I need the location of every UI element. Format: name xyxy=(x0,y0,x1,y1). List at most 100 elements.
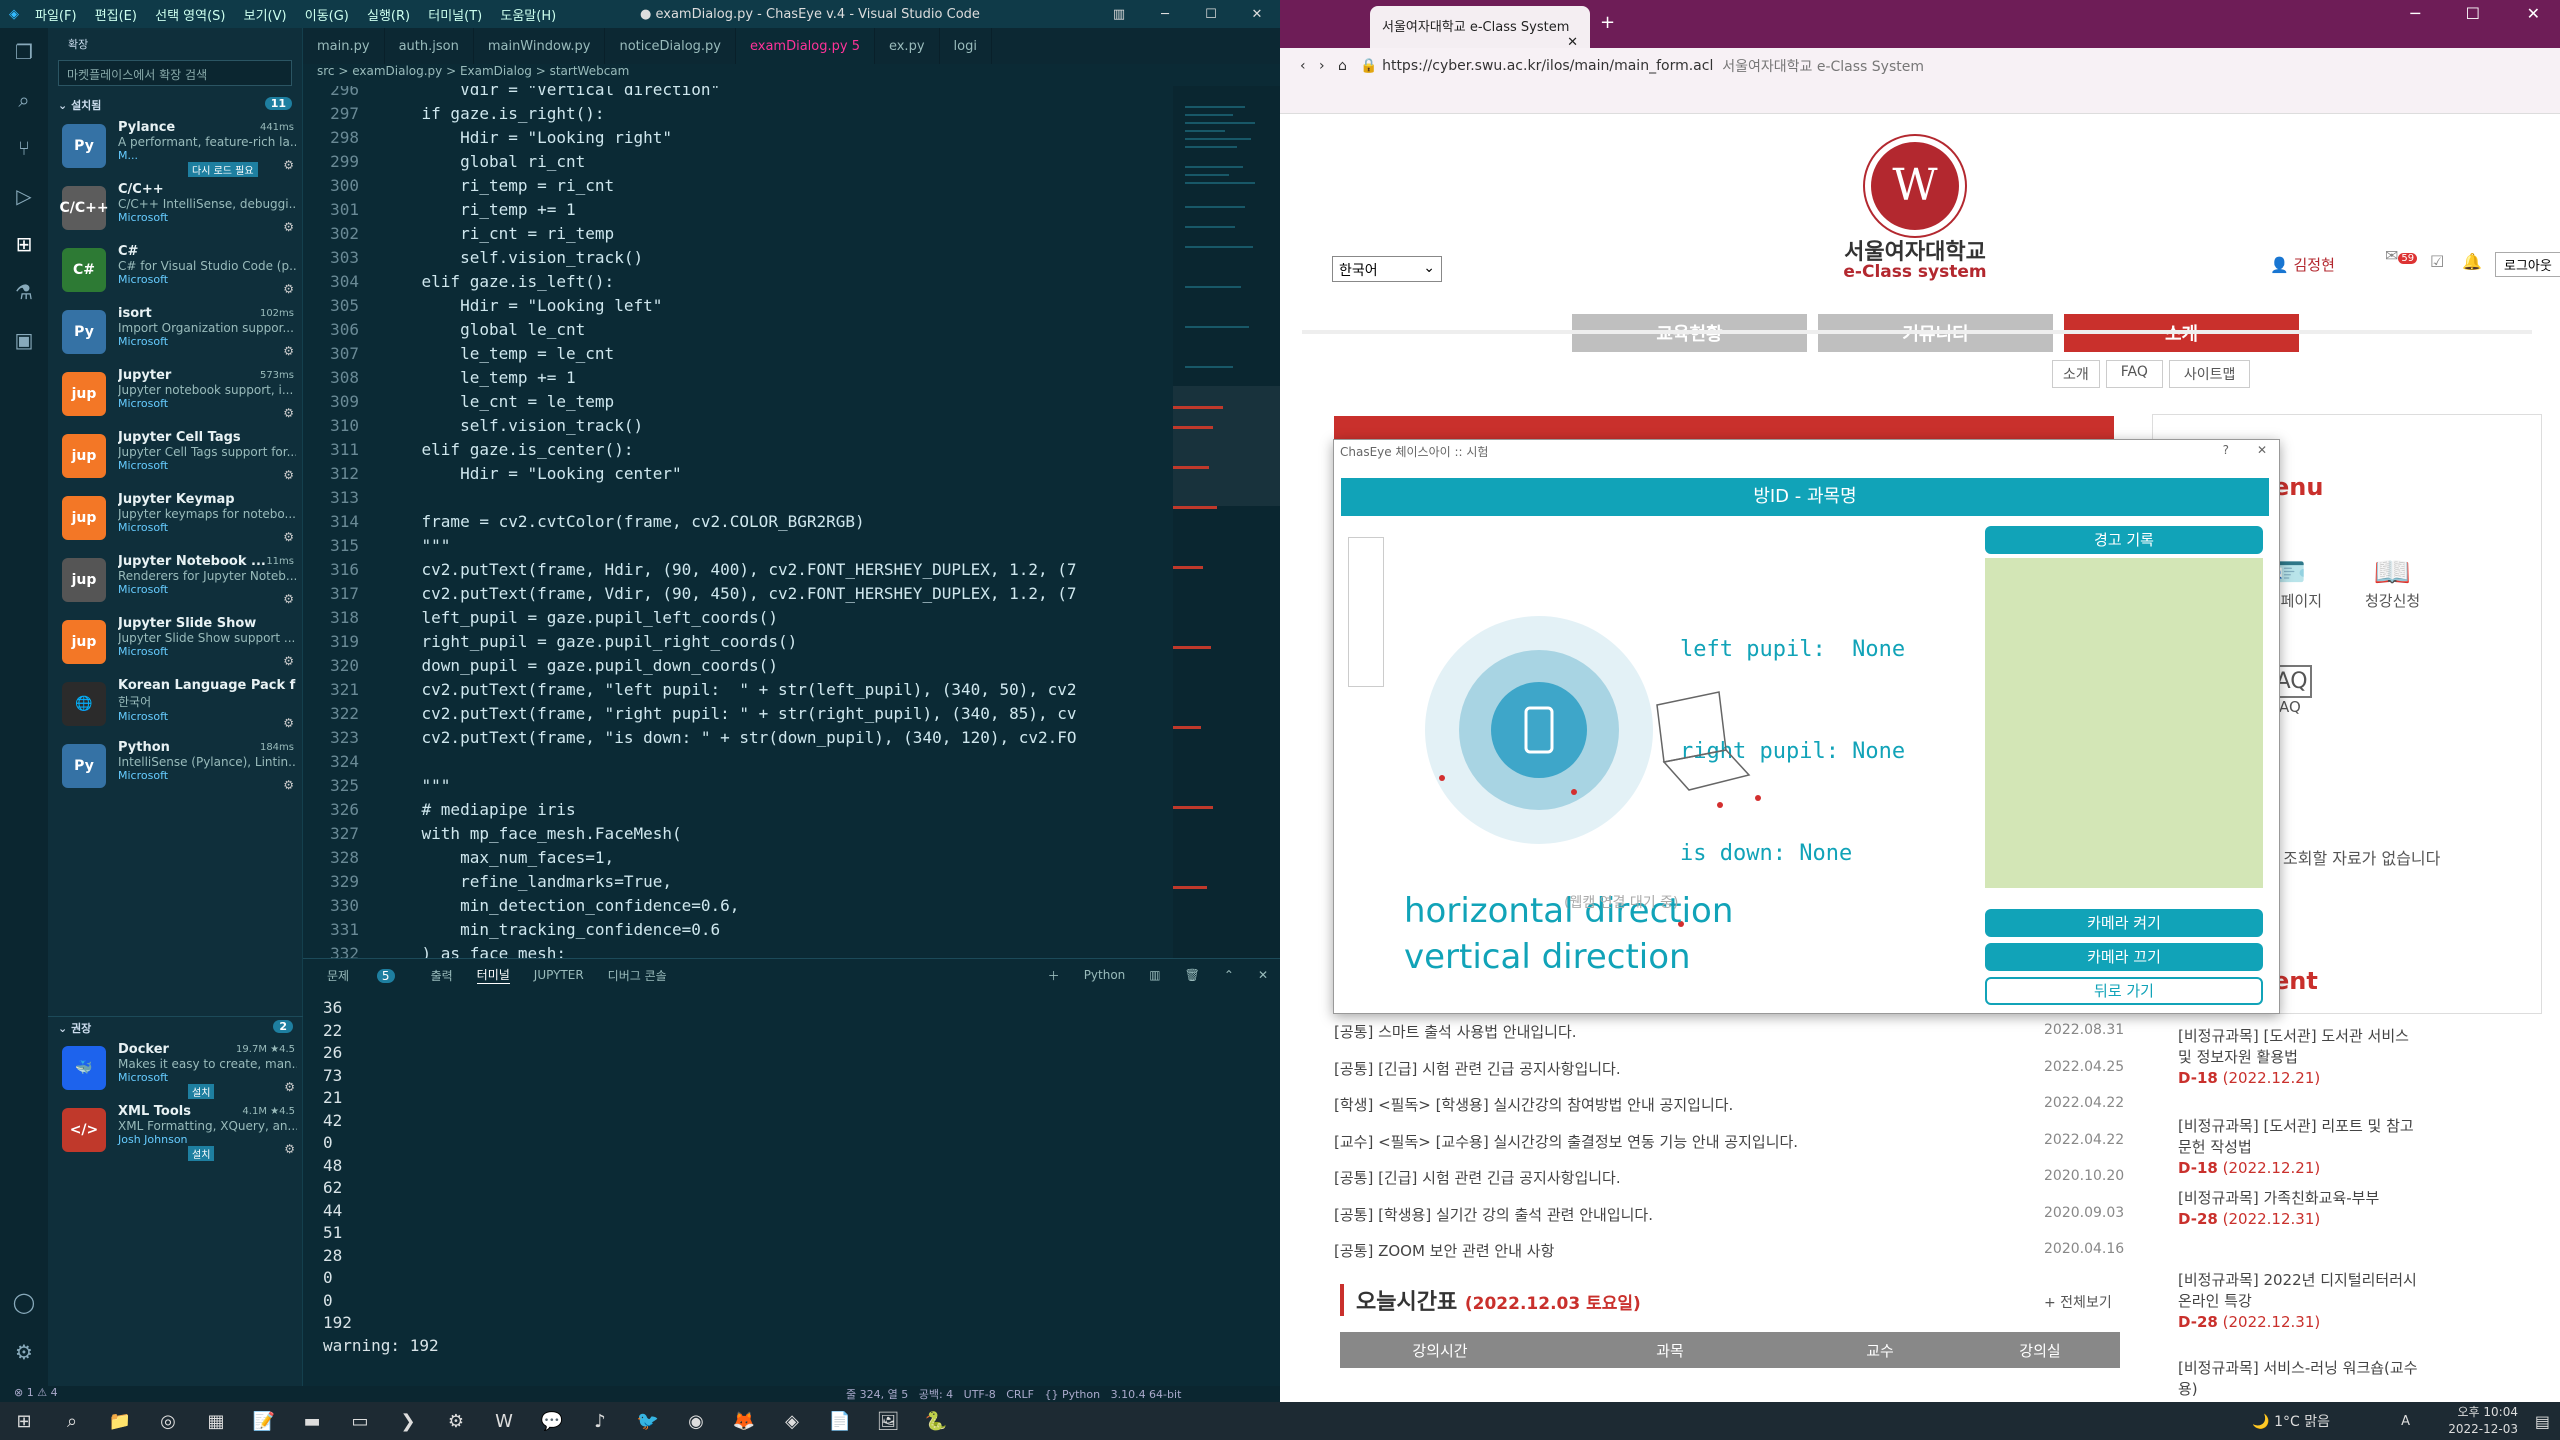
extension-item[interactable]: jup Jupyter Keymap Jupyter keymaps for not… xyxy=(48,488,302,550)
new-tab-icon[interactable]: + xyxy=(1600,12,1615,33)
extension-badge[interactable]: 설치 xyxy=(188,1084,215,1099)
status-problems[interactable]: ⊗ 1 ⚠ 4 xyxy=(14,1386,58,1399)
checklist-icon[interactable]: ☑ xyxy=(2430,252,2444,271)
chrome-icon[interactable]: ◉ xyxy=(672,1402,720,1440)
audit-link[interactable]: 📖 청강신청 xyxy=(2365,555,2420,611)
language-select[interactable]: 한국어 ⌄ xyxy=(1332,256,1442,282)
back-icon[interactable]: ‹ xyxy=(1300,58,1306,74)
weather-widget[interactable]: 🌙 1°C 맑음 xyxy=(2252,1411,2330,1431)
python-icon[interactable]: 🐍 xyxy=(912,1402,960,1440)
word-icon[interactable]: W xyxy=(480,1402,528,1440)
help-button[interactable]: ? xyxy=(2223,443,2229,457)
search-icon[interactable]: ⌕ xyxy=(0,76,48,124)
editor-tab[interactable]: examDialog.py 5 xyxy=(735,28,875,64)
gear-icon[interactable]: ⚙ xyxy=(283,406,294,420)
status-right[interactable]: 줄 324, 열 5 공백: 4 UTF-8 CRLF {} Python 3.… xyxy=(846,1386,1181,1402)
extension-item[interactable]: </> XML Tools XML Formatting, XQuery, an..… xyxy=(48,1100,303,1162)
extension-item[interactable]: jup Jupyter Notebook ... Renderers for Jup… xyxy=(48,550,302,612)
editor-tab[interactable]: ex.py xyxy=(875,28,940,64)
menu-terminal[interactable]: 터미널(T) xyxy=(428,9,482,24)
notepad-icon[interactable]: 📝 xyxy=(240,1402,288,1440)
notice-item[interactable]: [공통] 스마트 출석 사용법 안내입니다. xyxy=(1334,1021,1577,1042)
warning-log-button[interactable]: 경고 기록 xyxy=(1985,526,2263,554)
dialog-close-button[interactable]: ✕ xyxy=(2257,443,2267,457)
extension-badge[interactable]: 설치 xyxy=(188,1146,215,1161)
close-button[interactable]: ✕ xyxy=(2527,4,2540,23)
course-notice-item[interactable]: [비정규과목] 서비스-러닝 워크숍(교수용)D-30 (2022.12.31) xyxy=(2178,1358,2418,1402)
menu-edit[interactable]: 편집(E) xyxy=(95,9,137,24)
file-explorer-icon[interactable]: 📁 xyxy=(96,1402,144,1440)
music-icon[interactable]: ♪ xyxy=(576,1402,624,1440)
url-input[interactable]: https://cyber.swu.ac.kr/ilos/main/main_f… xyxy=(1382,58,1713,74)
course-notice-item[interactable]: [비정규과목] [도서관] 도서관 서비스 및 정보자원 활용법 D-18 (20… xyxy=(2178,1026,2418,1089)
logout-button[interactable]: 로그아웃 xyxy=(2495,252,2560,277)
tab-problems[interactable]: 문제 5 xyxy=(315,967,407,984)
menu-help[interactable]: 도움말(H) xyxy=(500,9,556,24)
gear-icon[interactable]: ⚙ xyxy=(283,592,294,606)
menu-selection[interactable]: 선택 영역(S) xyxy=(155,9,225,24)
tab-close-icon[interactable]: ✕ xyxy=(1567,35,1578,50)
editor-tab[interactable]: auth.json xyxy=(385,28,474,64)
subnav-sitemap[interactable]: 사이트맵 xyxy=(2168,360,2251,388)
split-terminal-icon[interactable]: ▥ xyxy=(1149,968,1160,982)
notice-item[interactable]: [공통] ZOOM 보안 관련 안내 사항 xyxy=(1334,1240,1554,1261)
extension-item[interactable]: Py isort Import Organization suppor... Micr… xyxy=(48,302,302,364)
notice-item[interactable]: [공통] [긴급] 시험 관련 긴급 공지사항입니다. xyxy=(1334,1058,1621,1079)
bird-icon[interactable]: 🐦 xyxy=(624,1402,672,1440)
calculator-icon[interactable]: ▦ xyxy=(192,1402,240,1440)
camera-off-button[interactable]: 카메라 끄기 xyxy=(1985,943,2263,971)
editor-tab[interactable]: noticeDialog.py xyxy=(605,28,736,64)
gear-icon[interactable]: ⚙ xyxy=(283,716,294,730)
gear-icon[interactable]: ⚙ xyxy=(283,282,294,296)
account-icon[interactable]: ◯ xyxy=(0,1278,48,1326)
gear-icon[interactable]: ⚙ xyxy=(283,654,294,668)
extension-item[interactable]: jup Jupyter Slide Show Jupyter Slide Show … xyxy=(48,612,302,674)
testing-icon[interactable]: ⚗ xyxy=(0,268,48,316)
warning-log-list[interactable] xyxy=(1985,558,2263,888)
gear-icon[interactable]: ⚙ xyxy=(283,344,294,358)
gear-icon[interactable]: ⚙ xyxy=(283,468,294,482)
extension-item[interactable]: jup Jupyter Jupyter notebook support, i...… xyxy=(48,364,302,426)
notice-item[interactable]: [교수] <필독> [교수용] 실시간강의 출결정보 연동 기능 안내 공지입니… xyxy=(1334,1131,1798,1152)
notice-item[interactable]: [공통] [학생용] 실기간 강의 출석 관련 안내입니다. xyxy=(1334,1204,1653,1225)
subnav-about[interactable]: 소개 xyxy=(2052,360,2100,388)
tab-output[interactable]: 출력 xyxy=(431,967,453,984)
breadcrumb[interactable]: src > examDialog.py > ExamDialog > start… xyxy=(303,64,1280,84)
browser-icon[interactable]: ◎ xyxy=(144,1402,192,1440)
extension-item[interactable]: Py Python IntelliSense (Pylance), Lintin..… xyxy=(48,736,302,798)
kakaotalk-icon[interactable]: 💬 xyxy=(528,1402,576,1440)
gear-icon[interactable]: ⚙ xyxy=(284,1080,295,1094)
photos-icon[interactable]: 🖼 xyxy=(864,1402,912,1440)
close-button[interactable]: ✕ xyxy=(1234,0,1280,28)
editor-tab[interactable]: mainWindow.py xyxy=(474,28,606,64)
maximize-panel-icon[interactable]: ⌃ xyxy=(1224,968,1234,982)
trash-icon[interactable]: 🗑 xyxy=(1185,968,1200,982)
notice-item[interactable]: [공통] [긴급] 시험 관련 긴급 공지사항입니다. xyxy=(1334,1167,1621,1188)
window-icon[interactable]: ▭ xyxy=(336,1402,384,1440)
tab-debug-console[interactable]: 디버그 콘솔 xyxy=(608,967,667,984)
menu-run[interactable]: 실행(R) xyxy=(367,9,410,24)
extension-item[interactable]: C/C++ C/C++ C/C++ IntelliSense, debuggi...… xyxy=(48,178,302,240)
settings-gear-icon[interactable]: ⚙ xyxy=(432,1402,480,1440)
forward-icon[interactable]: › xyxy=(1319,58,1325,74)
tab-jupyter[interactable]: JUPYTER xyxy=(534,968,584,982)
extensions-icon[interactable]: ⊞ xyxy=(0,220,48,268)
run-debug-icon[interactable]: ▷ xyxy=(0,172,48,220)
editor-tab[interactable]: logi xyxy=(940,28,992,64)
notification-icon[interactable]: ▤ xyxy=(2535,1412,2550,1431)
vscode-taskbar-icon[interactable]: ◈ xyxy=(768,1402,816,1440)
search-icon[interactable]: ⌕ xyxy=(48,1402,96,1440)
extension-badge[interactable]: 다시 로드 필요 xyxy=(188,162,258,177)
timetable-more-link[interactable]: + 전체보기 xyxy=(2044,1292,2112,1312)
course-notice-item[interactable]: [비정규과목] 2022년 디지털리터러시 온라인 특강 D-28 (2022.1… xyxy=(2178,1270,2418,1333)
maximize-button[interactable]: ☐ xyxy=(1188,0,1234,28)
gear-icon[interactable]: ⚙ xyxy=(284,1142,295,1156)
terminal-profile[interactable]: Python xyxy=(1084,968,1126,982)
extension-item[interactable]: 🐳 Docker Makes it easy to create, man... Mi… xyxy=(48,1038,303,1100)
mail-icon[interactable]: ✉ 59 xyxy=(2385,246,2418,265)
course-notice-item[interactable]: [비정규과목] [도서관] 리포트 및 참고문헌 작성법 D-18 (2022.1… xyxy=(2178,1116,2418,1179)
clock[interactable]: 오후 10:04 2022-12-03 xyxy=(2448,1404,2518,1438)
browser-tab[interactable]: 서울여자대학교 e-Class System ✕ xyxy=(1370,6,1590,50)
menu-go[interactable]: 이동(G) xyxy=(305,9,349,24)
minimap[interactable] xyxy=(1173,86,1280,958)
